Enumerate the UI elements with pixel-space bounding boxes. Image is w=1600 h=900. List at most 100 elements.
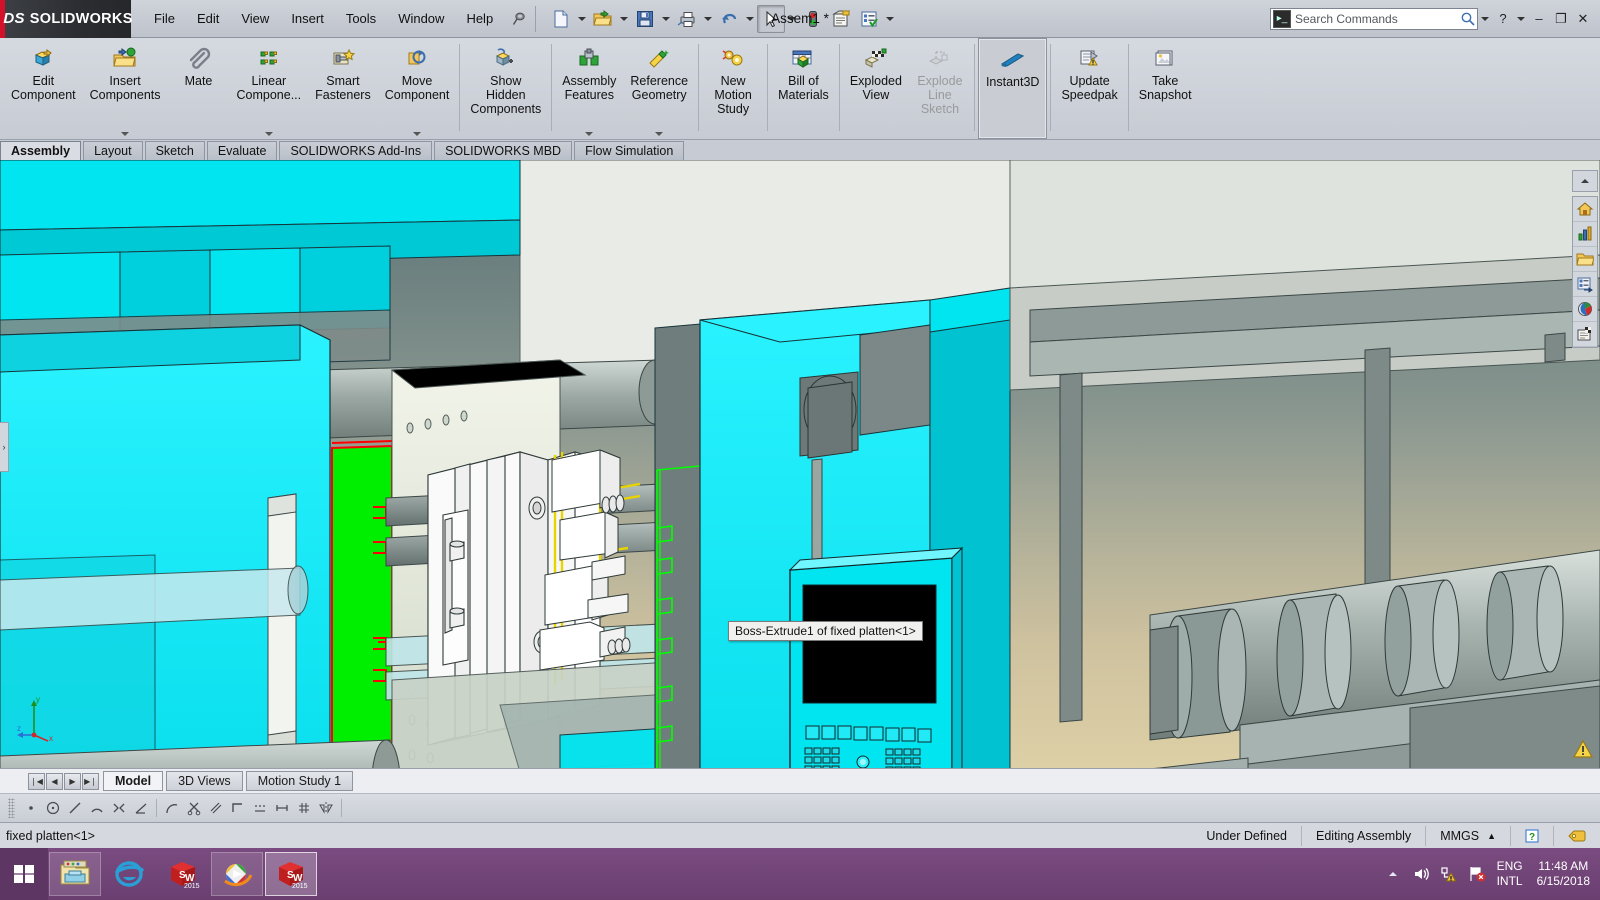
taskbar-file-explorer[interactable] — [49, 852, 101, 896]
ribbon-button-exploded-view[interactable]: Exploded View — [843, 38, 909, 139]
tab-layout[interactable]: Layout — [83, 141, 143, 160]
chevron-down-icon[interactable] — [413, 132, 421, 139]
mirror-icon[interactable] — [315, 797, 337, 819]
speaker-icon[interactable] — [1407, 865, 1435, 883]
ribbon-button-insert-components[interactable]: Insert Components — [83, 38, 168, 139]
rebuild-button[interactable] — [799, 5, 827, 33]
open-document-dropdown[interactable] — [617, 5, 631, 33]
ribbon-button-bill-of-materials[interactable]: Bill of Materials — [771, 38, 836, 139]
search-dropdown[interactable] — [1478, 5, 1492, 33]
configurations-button[interactable] — [1573, 322, 1597, 347]
print-dropdown[interactable] — [701, 5, 715, 33]
minimize-button[interactable]: – — [1528, 7, 1550, 31]
magnifier-icon[interactable] — [1459, 11, 1477, 27]
context-help-icon[interactable]: ? — [1510, 825, 1553, 846]
construction-geometry-icon[interactable] — [249, 797, 271, 819]
tab-assembly[interactable]: Assembly — [0, 141, 82, 160]
corner-rectangle-icon[interactable] — [227, 797, 249, 819]
search-input[interactable]: Search Commands — [1295, 12, 1459, 26]
save-dropdown[interactable] — [659, 5, 673, 33]
trim-icon[interactable] — [183, 797, 205, 819]
chevron-down-icon[interactable] — [265, 132, 273, 139]
help-dropdown[interactable] — [1514, 5, 1528, 33]
select-dropdown[interactable] — [785, 5, 799, 33]
arc-icon[interactable] — [86, 797, 108, 819]
ribbon-button-take-snapshot[interactable]: Take Snapshot — [1132, 38, 1199, 139]
menu-edit[interactable]: Edit — [186, 7, 230, 30]
chevron-down-icon[interactable] — [585, 132, 593, 139]
home-view-button[interactable] — [1573, 197, 1597, 222]
options-button[interactable] — [855, 5, 883, 33]
ribbon-button-update-speedpak[interactable]: Update Speedpak — [1054, 38, 1124, 139]
point-icon[interactable] — [20, 797, 42, 819]
angle-line-icon[interactable] — [130, 797, 152, 819]
ribbon-button-reference-geometry[interactable]: Reference Geometry — [623, 38, 695, 139]
tangent-arc-icon[interactable] — [161, 797, 183, 819]
offset-icon[interactable] — [205, 797, 227, 819]
tab-motion-study-1[interactable]: Motion Study 1 — [245, 771, 354, 791]
circle-center-icon[interactable] — [42, 797, 64, 819]
save-button[interactable] — [631, 5, 659, 33]
tab-nav-previous[interactable]: ◀ — [46, 772, 63, 790]
new-document-button[interactable] — [547, 5, 575, 33]
graphics-viewport[interactable]: Boss-Extrude1 of fixed platten<1> › y z … — [0, 160, 1600, 768]
close-button[interactable]: ✕ — [1572, 7, 1594, 31]
select-button[interactable] — [757, 4, 786, 33]
search-commands-box[interactable]: ▸_ Search Commands — [1270, 7, 1478, 30]
status-units[interactable]: MMGS ▲ — [1425, 825, 1510, 846]
line-icon[interactable] — [64, 797, 86, 819]
display-state-button[interactable] — [1573, 297, 1597, 322]
appearances-button[interactable] — [1573, 272, 1597, 297]
restore-button[interactable]: ❐ — [1550, 7, 1572, 31]
ribbon-button-linear-component-pattern[interactable]: Linear Compone... — [230, 38, 309, 139]
display-pane-button[interactable] — [1573, 222, 1597, 247]
open-document-button[interactable] — [589, 5, 617, 33]
network-warning-icon[interactable] — [1435, 865, 1463, 883]
tab-model[interactable]: Model — [103, 771, 164, 791]
chevron-down-icon[interactable] — [655, 132, 663, 139]
action-center-flag-icon[interactable] — [1463, 865, 1491, 883]
ribbon-button-move-component[interactable]: Move Component — [378, 38, 457, 139]
spline-icon[interactable] — [108, 797, 130, 819]
rebuild-warning-icon[interactable] — [1572, 739, 1594, 762]
view-toolbar-scroll-up[interactable] — [1572, 170, 1598, 192]
print-button[interactable] — [673, 5, 701, 33]
menu-help[interactable]: Help — [455, 7, 504, 30]
tag-icon[interactable] — [1553, 825, 1600, 846]
open-folder-button[interactable] — [1573, 247, 1597, 272]
undo-dropdown[interactable] — [743, 5, 757, 33]
grid-icon[interactable] — [293, 797, 315, 819]
tab-solidworks-mbd[interactable]: SOLIDWORKS MBD — [434, 141, 573, 160]
smart-dimension-icon[interactable] — [271, 797, 293, 819]
options-dropdown[interactable] — [883, 5, 897, 33]
tab-nav-last[interactable]: ▶❘ — [82, 772, 99, 790]
language-indicator[interactable]: ENG INTL — [1491, 859, 1529, 889]
ribbon-button-edit-component[interactable]: Edit Component — [4, 38, 83, 139]
ribbon-button-mate[interactable]: Mate — [168, 38, 230, 139]
tab-nav-first[interactable]: ❘◀ — [28, 772, 45, 790]
tab-solidworks-add-ins[interactable]: SOLIDWORKS Add-Ins — [279, 141, 433, 160]
menu-view[interactable]: View — [230, 7, 280, 30]
show-hidden-icons-button[interactable] — [1379, 868, 1407, 880]
ribbon-button-new-motion-study[interactable]: New Motion Study — [702, 38, 764, 139]
menu-file[interactable]: File — [143, 7, 186, 30]
toolbar-grip[interactable] — [8, 798, 15, 818]
menu-window[interactable]: Window — [387, 7, 455, 30]
tab-3d-views[interactable]: 3D Views — [166, 771, 243, 791]
feature-tree-flyout-handle[interactable]: › — [0, 422, 9, 472]
start-button[interactable] — [0, 848, 48, 900]
clock[interactable]: 11:48 AM 6/15/2018 — [1529, 859, 1590, 889]
undo-button[interactable] — [715, 5, 743, 33]
taskbar-internet-explorer[interactable] — [103, 852, 155, 896]
taskbar-solidworks-2015-a[interactable]: S W 2015 — [157, 852, 209, 896]
menu-tools[interactable]: Tools — [335, 7, 387, 30]
ribbon-button-explode-line-sketch[interactable]: Explode Line Sketch — [909, 38, 971, 139]
search-scope-icon[interactable]: ▸_ — [1273, 9, 1291, 28]
file-properties-button[interactable] — [827, 5, 855, 33]
tab-evaluate[interactable]: Evaluate — [206, 141, 278, 160]
taskbar-media-player[interactable] — [211, 852, 263, 896]
tab-sketch[interactable]: Sketch — [144, 141, 205, 160]
question-mark-icon[interactable]: ? — [1492, 7, 1514, 31]
taskbar-solidworks-2015-b[interactable]: S W 2015 — [265, 852, 317, 896]
units-caret-icon[interactable]: ▲ — [1487, 831, 1496, 841]
